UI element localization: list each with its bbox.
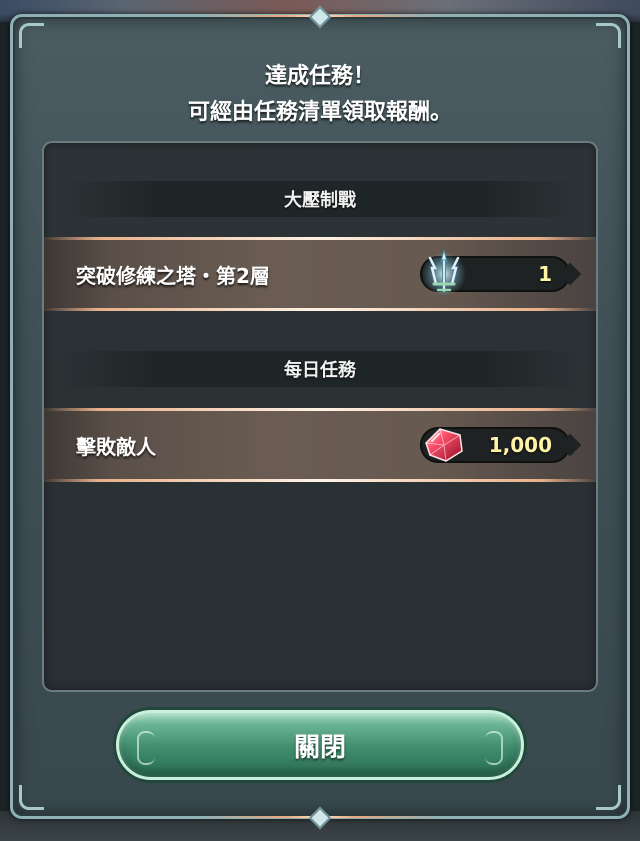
bottom-ornament [200, 806, 440, 830]
section-header-daily-quests: 每日任務 [60, 351, 580, 387]
quest-row: 突破修練之塔・第2層 1 [44, 237, 596, 311]
quest-row: 擊敗敵人 1,000 [44, 408, 596, 482]
corner-ornament [19, 23, 44, 48]
corner-ornament [596, 785, 621, 810]
corner-ornament [19, 785, 44, 810]
reward-value: 1,000 [488, 433, 552, 457]
section-header-grand-conquests: 大壓制戰 [60, 181, 580, 217]
close-button[interactable]: 關閉 [116, 710, 524, 780]
quest-label: 突破修練之塔・第2層 [76, 263, 270, 288]
corner-ornament [596, 23, 621, 48]
reward-value: 1 [538, 262, 552, 286]
top-ornament [200, 5, 440, 29]
message-title: 達成任務！ [264, 64, 375, 89]
message-subtitle: 可經由任務清單領取報酬。 [187, 100, 452, 125]
reward-pill: 1 [420, 249, 570, 296]
tower-scroll-icon [422, 249, 466, 296]
red-orb-icon [425, 428, 463, 462]
quest-label: 擊敗敵人 [76, 434, 156, 459]
reward-pill: 1,000 [420, 427, 570, 463]
